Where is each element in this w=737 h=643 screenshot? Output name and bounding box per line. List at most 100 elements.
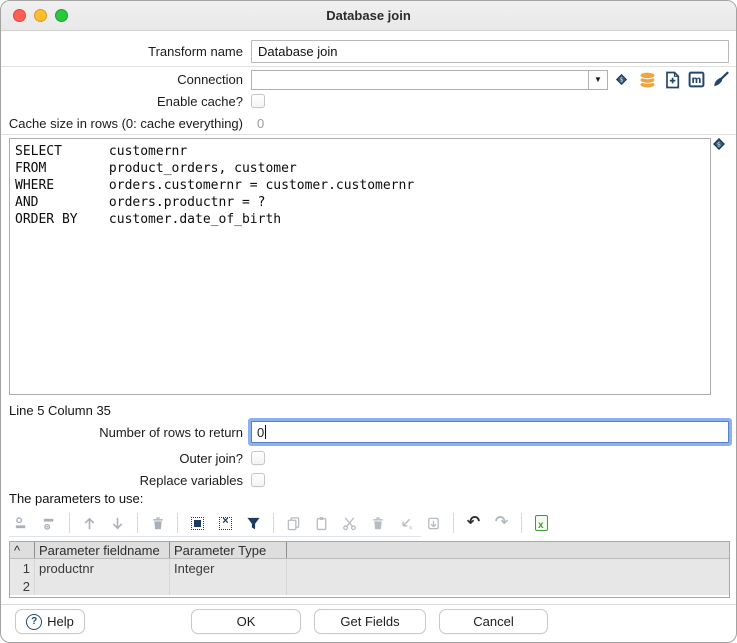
cache-size-input[interactable]: 0 — [251, 116, 729, 131]
delete-row-icon[interactable] — [149, 514, 166, 532]
get-fields-button-label: Get Fields — [340, 614, 399, 629]
export-excel-icon[interactable] — [533, 514, 550, 532]
clear-selection-icon[interactable] — [217, 514, 234, 532]
table-header-row: ^ Parameter fieldname Parameter Type — [10, 542, 729, 559]
database-join-dialog: Database join Transform name Connection … — [0, 0, 737, 643]
replace-variables-label: Replace variables — [1, 473, 251, 488]
cache-size-label: Cache size in rows (0: cache everything) — [1, 116, 251, 131]
cursor-position-status: Line 5 Column 35 — [9, 403, 111, 418]
connection-combo-input[interactable] — [252, 71, 588, 89]
parameters-label: The parameters to use: — [9, 491, 143, 506]
table-row[interactable]: 1 productnr Integer — [10, 559, 729, 577]
connection-combo[interactable] — [251, 70, 608, 90]
undo-icon[interactable]: ↶ — [465, 514, 482, 532]
column-header-num[interactable]: ^ — [10, 542, 35, 558]
separator — [1, 604, 736, 605]
column-header-type[interactable]: Parameter Type — [170, 542, 287, 558]
ok-button-label: OK — [237, 614, 256, 629]
outer-join-checkbox[interactable] — [251, 451, 265, 465]
move-row-up-icon[interactable] — [81, 514, 98, 532]
help-button[interactable]: Help — [15, 609, 85, 634]
new-connection-icon[interactable] — [664, 71, 681, 89]
rows-to-return-label: Number of rows to return — [1, 425, 251, 440]
sql-line: AND orders.productnr = ? — [15, 194, 710, 211]
select-all-icon[interactable] — [189, 514, 206, 532]
empty-cell — [287, 559, 729, 577]
paste-icon[interactable] — [313, 514, 330, 532]
enable-cache-label: Enable cache? — [1, 94, 251, 109]
empty-cell — [287, 577, 729, 595]
enable-cache-row: Enable cache? — [1, 93, 729, 109]
cancel-button[interactable]: Cancel — [439, 609, 548, 634]
enable-cache-checkbox[interactable] — [251, 94, 265, 108]
redo-icon[interactable]: ↷ — [493, 514, 510, 532]
transform-name-label: Transform name — [1, 44, 251, 59]
text-cursor — [265, 425, 266, 439]
filter-icon[interactable] — [245, 514, 262, 532]
get-fields-button[interactable]: Get Fields — [314, 609, 426, 634]
parameter-type-cell[interactable] — [170, 577, 287, 595]
table-row[interactable]: 2 — [10, 577, 729, 595]
toolbar-separator — [453, 513, 454, 533]
chevron-down-icon[interactable] — [588, 71, 607, 89]
connection-row: Connection $ m — [1, 69, 729, 90]
row-number: 2 — [10, 577, 35, 595]
variable-icon: $ — [613, 71, 630, 89]
svg-text:k: k — [409, 525, 413, 530]
window-title: Database join — [1, 8, 736, 23]
edit-connection-icon[interactable]: m — [688, 71, 705, 89]
svg-text:$: $ — [620, 77, 624, 84]
insert-row-before-icon[interactable] — [13, 514, 30, 532]
minimize-button[interactable] — [34, 9, 47, 22]
transform-name-row: Transform name — [1, 39, 729, 63]
separator — [1, 134, 736, 135]
move-row-down-icon[interactable] — [109, 514, 126, 532]
parameter-fieldname-cell[interactable]: productnr — [35, 559, 170, 577]
wizard-icon[interactable] — [712, 71, 729, 89]
zoom-button[interactable] — [55, 9, 68, 22]
copy-icon[interactable] — [285, 514, 302, 532]
parameters-table: ^ Parameter fieldname Parameter Type 1 p… — [9, 541, 730, 598]
copy-to-rows-icon[interactable] — [425, 514, 442, 532]
toolbar-separator — [273, 513, 274, 533]
titlebar: Database join — [1, 1, 736, 31]
rows-to-return-value: 0 — [257, 425, 264, 440]
replace-variables-row: Replace variables — [1, 472, 729, 488]
sql-line: SELECT customernr — [15, 143, 710, 160]
cache-size-row: Cache size in rows (0: cache everything)… — [1, 114, 729, 133]
toolbar-separator — [69, 513, 70, 533]
insert-row-after-icon[interactable] — [41, 514, 58, 532]
svg-text:m: m — [692, 75, 702, 86]
traffic-lights — [13, 9, 68, 22]
separator — [1, 66, 736, 67]
cut-icon[interactable] — [341, 514, 358, 532]
toolbar-separator — [137, 513, 138, 533]
sql-line: ORDER BY customer.date_of_birth — [15, 211, 710, 228]
replace-variables-checkbox[interactable] — [251, 473, 265, 487]
variable-icon: $ — [712, 137, 726, 154]
toolbar-separator — [177, 513, 178, 533]
column-header-fieldname[interactable]: Parameter fieldname — [35, 542, 170, 558]
toolbar-separator — [521, 513, 522, 533]
database-icon[interactable] — [637, 71, 657, 89]
transform-name-input[interactable] — [251, 40, 729, 63]
parameter-fieldname-cell[interactable] — [35, 577, 170, 595]
help-button-label: Help — [47, 614, 74, 629]
table-empty-area — [10, 595, 729, 597]
sql-editor[interactable]: SELECT customernr FROM product_orders, c… — [9, 138, 711, 395]
outer-join-row: Outer join? — [1, 450, 729, 466]
ok-button[interactable]: OK — [191, 609, 301, 634]
sql-line: FROM product_orders, customer — [15, 160, 710, 177]
outer-join-label: Outer join? — [1, 451, 251, 466]
sql-line: WHERE orders.customernr = customer.custo… — [15, 177, 710, 194]
cancel-button-label: Cancel — [473, 614, 513, 629]
keep-selected-icon[interactable]: k — [397, 514, 414, 532]
parameter-type-cell[interactable]: Integer — [170, 559, 287, 577]
connection-label: Connection — [1, 72, 251, 87]
delete-selected-icon[interactable] — [369, 514, 386, 532]
close-button[interactable] — [13, 9, 26, 22]
connection-icon-strip: $ m — [613, 71, 729, 89]
column-header-empty — [287, 542, 729, 558]
parameters-toolbar: k ↶ ↷ — [9, 510, 421, 537]
rows-to-return-input[interactable]: 0 — [251, 421, 729, 443]
